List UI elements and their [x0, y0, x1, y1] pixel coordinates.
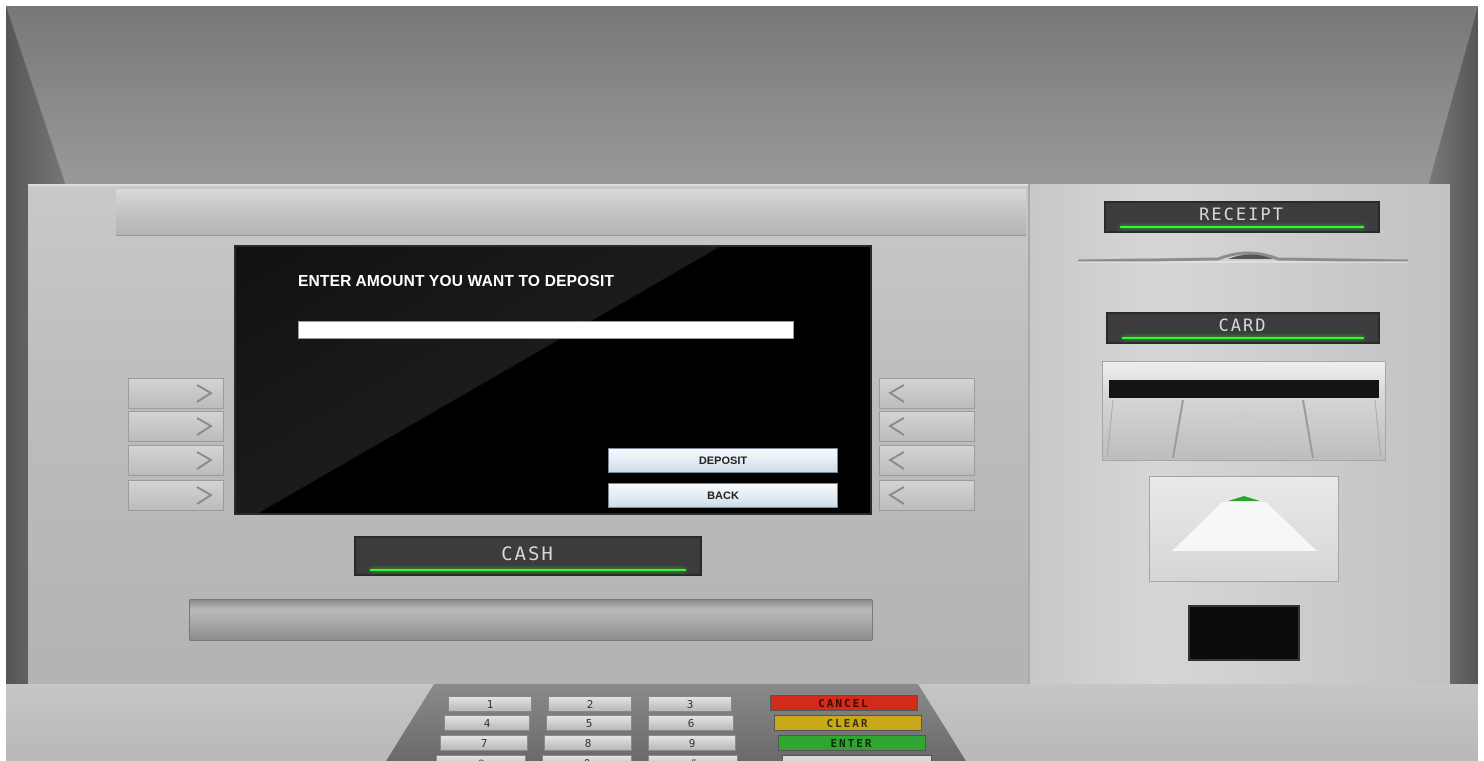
- key-5[interactable]: 5: [546, 715, 632, 731]
- left-side-key-3[interactable]: [128, 445, 224, 476]
- chevron-left-icon: [888, 486, 905, 505]
- atm-scene: ENTER AMOUNT YOU WANT TO DEPOSIT DEPOSIT…: [6, 6, 1478, 761]
- chevron-right-icon: [196, 486, 213, 505]
- right-side-key-2[interactable]: [879, 411, 975, 442]
- receipt-label: RECEIPT: [1199, 205, 1285, 225]
- card-insert-icon: [1172, 496, 1317, 551]
- deposit-button[interactable]: DEPOSIT: [608, 448, 838, 473]
- left-side-key-2[interactable]: [128, 411, 224, 442]
- key-3[interactable]: 3: [648, 696, 732, 712]
- cash-dispenser-slot: [189, 599, 873, 641]
- card-reader: [1102, 361, 1386, 461]
- enter-button[interactable]: ENTER: [778, 735, 926, 751]
- key-6[interactable]: 6: [648, 715, 734, 731]
- card-led-indicator: [1122, 337, 1364, 339]
- key-7[interactable]: 7: [440, 735, 528, 751]
- blank-function-key[interactable]: [782, 755, 932, 761]
- cash-label: CASH: [501, 543, 555, 565]
- cash-led-indicator: [370, 569, 686, 571]
- receipt-slot: [1078, 251, 1408, 263]
- key-1[interactable]: 1: [448, 696, 532, 712]
- chevron-right-icon: [196, 417, 213, 436]
- right-side-key-1[interactable]: [879, 378, 975, 409]
- key-star[interactable]: *: [436, 755, 526, 761]
- chevron-right-icon: [196, 384, 213, 403]
- deposit-amount-input[interactable]: [298, 321, 794, 339]
- receipt-label-plate: RECEIPT: [1104, 201, 1380, 233]
- atm-top-bar: [116, 189, 1026, 236]
- key-9[interactable]: 9: [648, 735, 736, 751]
- card-reader-guide: [1106, 399, 1382, 459]
- card-insert-icon-panel: [1149, 476, 1339, 582]
- left-side-key-1[interactable]: [128, 378, 224, 409]
- right-side-key-4[interactable]: [879, 480, 975, 511]
- key-8[interactable]: 8: [544, 735, 632, 751]
- left-side-key-4[interactable]: [128, 480, 224, 511]
- right-side-key-3[interactable]: [879, 445, 975, 476]
- keypad: 1 2 3 4 5 6 7 8 9 * 0 # CANCEL CLEAR ENT…: [386, 684, 966, 761]
- cancel-button[interactable]: CANCEL: [770, 695, 918, 711]
- chevron-left-icon: [888, 417, 905, 436]
- card-label-plate: CARD: [1106, 312, 1380, 344]
- chevron-left-icon: [888, 384, 905, 403]
- back-button[interactable]: BACK: [608, 483, 838, 508]
- key-0[interactable]: 0: [542, 755, 632, 761]
- screen-title: ENTER AMOUNT YOU WANT TO DEPOSIT: [298, 273, 615, 290]
- chevron-left-icon: [888, 451, 905, 470]
- card-label: CARD: [1218, 316, 1268, 336]
- key-2[interactable]: 2: [548, 696, 632, 712]
- key-hash[interactable]: #: [648, 755, 738, 761]
- receipt-led-indicator: [1120, 226, 1364, 228]
- chevron-right-icon: [196, 451, 213, 470]
- key-4[interactable]: 4: [444, 715, 530, 731]
- biometric-sensor: [1188, 605, 1300, 661]
- atm-ceiling: [6, 6, 1478, 191]
- cash-label-plate: CASH: [354, 536, 702, 576]
- atm-screen: ENTER AMOUNT YOU WANT TO DEPOSIT DEPOSIT…: [234, 245, 872, 515]
- clear-button[interactable]: CLEAR: [774, 715, 922, 731]
